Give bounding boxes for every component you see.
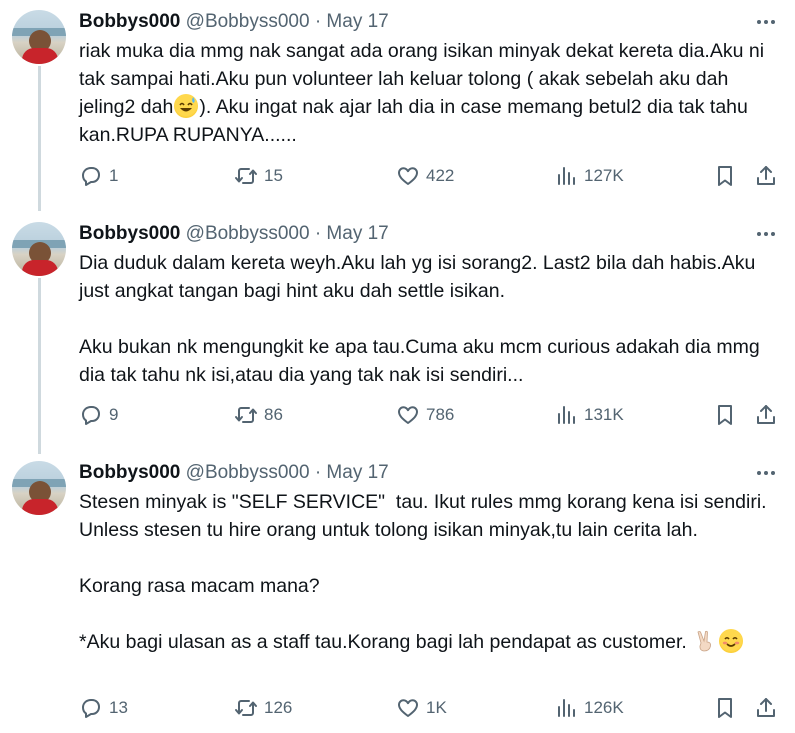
tweet-actions: 13 126 1K 126K: [79, 694, 779, 722]
share-icon: [757, 405, 775, 424]
user-handle[interactable]: @Bobbyss000: [186, 462, 310, 483]
display-name[interactable]: Bobbys000: [79, 462, 180, 483]
bookmark-icon: [718, 698, 732, 718]
tweet-text: Stesen minyak is "SELF SERVICE" tau. Iku…: [79, 488, 784, 656]
repost-button[interactable]: 15: [234, 162, 283, 190]
reply-button[interactable]: 9: [79, 401, 118, 429]
like-button[interactable]: 1K: [396, 694, 447, 722]
avatar[interactable]: [12, 222, 66, 276]
avatar[interactable]: [12, 461, 66, 515]
repost-count: 126: [264, 698, 293, 717]
views-chart-icon: [558, 167, 575, 185]
tweet-text-part: Stesen minyak is "SELF SERVICE" tau. Iku…: [79, 491, 767, 653]
views-button[interactable]: 131K: [554, 401, 624, 429]
tweet-date[interactable]: May 17: [326, 462, 388, 483]
tweet-date[interactable]: May 17: [326, 11, 388, 32]
views-chart-icon: [558, 699, 575, 717]
repost-count: 86: [264, 405, 283, 424]
like-count: 786: [426, 405, 455, 424]
views-button[interactable]: 127K: [554, 162, 624, 190]
views-count: 126K: [584, 698, 624, 717]
share-button[interactable]: [754, 401, 778, 429]
repost-icon: [235, 407, 257, 423]
user-handle[interactable]: @Bobbyss000: [186, 11, 310, 32]
like-count: 1K: [426, 698, 447, 717]
repost-button[interactable]: 126: [234, 694, 292, 722]
bookmark-button[interactable]: [713, 162, 737, 190]
tweet-header: Bobbys000 @Bobbyss000 · May 17: [79, 222, 389, 246]
bookmark-icon: [718, 166, 732, 186]
more-dots-icon[interactable]: [752, 10, 780, 34]
views-count: 131K: [584, 405, 624, 424]
display-name[interactable]: Bobbys000: [79, 223, 180, 244]
tweet[interactable]: Bobbys000 @Bobbyss000 · May 17 riak muka…: [0, 0, 795, 200]
display-name[interactable]: Bobbys000: [79, 11, 180, 32]
tweet-header: Bobbys000 @Bobbyss000 · May 17: [79, 10, 389, 34]
victory-hand-emoji: [693, 629, 717, 653]
bookmark-button[interactable]: [713, 401, 737, 429]
reply-count: 13: [109, 698, 128, 717]
share-button[interactable]: [754, 162, 778, 190]
reply-count: 9: [109, 405, 119, 424]
bookmark-icon: [718, 405, 732, 425]
more-dots-icon[interactable]: [752, 461, 780, 485]
like-button[interactable]: 422: [396, 162, 454, 190]
share-button[interactable]: [754, 694, 778, 722]
reply-button[interactable]: 1: [79, 162, 118, 190]
heart-icon: [398, 699, 418, 717]
heart-icon: [398, 406, 418, 424]
tweet-date[interactable]: May 17: [326, 223, 388, 244]
reply-icon: [82, 167, 100, 186]
avatar[interactable]: [12, 10, 66, 64]
like-count: 422: [426, 166, 455, 185]
views-chart-icon: [558, 406, 575, 424]
heart-icon: [398, 167, 418, 185]
reply-count: 1: [109, 166, 119, 185]
sweat-smile-emoji: [174, 94, 199, 118]
repost-button[interactable]: 86: [234, 401, 283, 429]
repost-icon: [235, 168, 257, 184]
user-handle[interactable]: @Bobbyss000: [186, 223, 310, 244]
reply-button[interactable]: 13: [79, 694, 128, 722]
views-count: 127K: [584, 166, 624, 185]
reply-icon: [82, 406, 100, 425]
tweet-actions: 1 15 422 127K: [79, 162, 779, 190]
tweet-header: Bobbys000 @Bobbyss000 · May 17: [79, 461, 389, 485]
bookmark-button[interactable]: [713, 694, 737, 722]
tweet-actions: 9 86 786 131K: [79, 401, 779, 429]
smiling-face-emoji: [719, 629, 744, 653]
tweet[interactable]: Bobbys000 @Bobbyss000 · May 17 Stesen mi…: [0, 451, 795, 733]
repost-icon: [235, 700, 257, 716]
reply-icon: [82, 699, 100, 718]
tweet[interactable]: Bobbys000 @Bobbyss000 · May 17 Dia duduk…: [0, 212, 795, 452]
share-icon: [757, 166, 775, 185]
views-button[interactable]: 126K: [554, 694, 624, 722]
separator-dot: ·: [314, 11, 322, 32]
tweet-text: Dia duduk dalam kereta weyh.Aku lah yg i…: [79, 252, 760, 386]
more-dots-icon[interactable]: [752, 222, 780, 246]
like-button[interactable]: 786: [396, 401, 454, 429]
separator-dot: ·: [314, 462, 322, 483]
share-icon: [757, 698, 775, 717]
tweet-text: riak muka dia mmg nak sangat ada orang i…: [79, 37, 784, 149]
repost-count: 15: [264, 166, 283, 185]
separator-dot: ·: [314, 223, 322, 244]
